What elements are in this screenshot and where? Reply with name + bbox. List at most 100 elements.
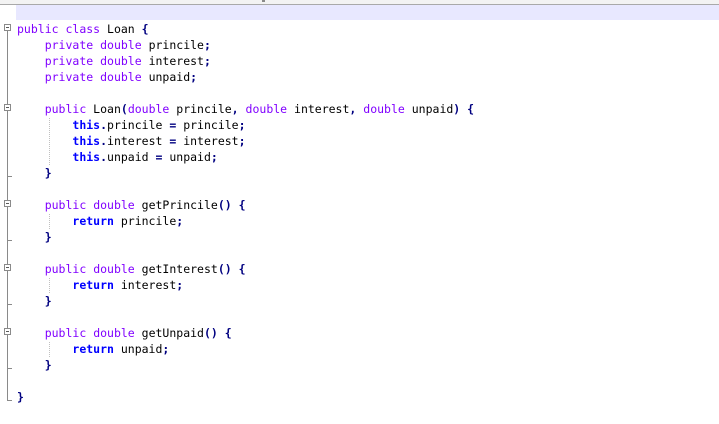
code-token: private [44, 70, 94, 84]
code-token: double [100, 54, 142, 68]
current-line-highlight [16, 5, 719, 20]
code-line: this.unpaid = unpaid; [17, 149, 474, 165]
code-line: public Loan(double princile, double inte… [17, 101, 474, 117]
code-token: public [44, 198, 87, 212]
code-token: unpaid [404, 102, 454, 116]
code-line: private double princile; [17, 37, 474, 53]
code-token: double [100, 70, 142, 84]
code-token: () [217, 198, 232, 212]
code-token: double [127, 102, 170, 116]
code-token: { [238, 262, 246, 276]
code-token: private [44, 54, 94, 68]
code-token: getPrincile [134, 198, 218, 212]
code-token: public [44, 326, 87, 340]
scroll-notch [262, 0, 265, 2]
indent-guide [49, 214, 50, 229]
code-token: . [100, 118, 108, 132]
code-token: unpaid [141, 70, 191, 84]
code-token: interest [107, 134, 170, 148]
code-token: interest [176, 134, 239, 148]
code-line: private double interest; [17, 53, 474, 69]
code-line: public double getUnpaid() { [17, 325, 474, 341]
code-token: this [72, 118, 101, 132]
code-token: } [44, 230, 52, 244]
code-token: ; [203, 38, 211, 52]
fold-end-marker [7, 400, 12, 401]
code-token: getUnpaid [134, 326, 204, 340]
code-token: public [17, 22, 59, 36]
code-token: . [100, 134, 108, 148]
code-line: } [17, 165, 474, 181]
code-token: public [44, 102, 87, 116]
code-line: } [17, 389, 474, 405]
code-token: princile [113, 214, 177, 228]
code-line: } [17, 293, 474, 309]
code-token: class [65, 22, 101, 36]
code-token: double [363, 102, 405, 116]
code-token: ; [238, 118, 246, 132]
code-token: } [44, 166, 52, 180]
code-token: double [100, 38, 142, 52]
code-token: ; [162, 342, 170, 356]
fold-line [7, 31, 8, 401]
code-token: ; [176, 214, 184, 228]
code-token: unpaid [107, 150, 156, 164]
code-line: public double getInterest() { [17, 261, 474, 277]
code-token: } [44, 358, 52, 372]
code-token: . [100, 150, 108, 164]
indent-guide [49, 134, 50, 149]
code-editor[interactable]: public class Loan { private double princ… [0, 0, 719, 424]
code-token: this [72, 134, 101, 148]
code-line: return unpaid; [17, 341, 474, 357]
fold-method-icon[interactable] [4, 328, 11, 335]
code-text-area[interactable]: public class Loan { private double princ… [17, 21, 474, 405]
fold-method-icon[interactable] [4, 200, 11, 207]
code-line: this.princile = princile; [17, 117, 474, 133]
indent-guide [49, 342, 50, 357]
code-token: Loan [86, 102, 121, 116]
code-token: ; [203, 54, 211, 68]
code-token: return [72, 278, 114, 292]
code-token: princile [169, 102, 232, 116]
fold-constructor-icon[interactable] [4, 104, 11, 111]
code-token: , [231, 102, 239, 116]
fold-method-icon[interactable] [4, 264, 11, 271]
fold-end-marker [7, 368, 12, 369]
code-token: { [141, 22, 149, 36]
code-line: return princile; [17, 213, 474, 229]
code-token: this [72, 150, 101, 164]
code-token: () [217, 262, 232, 276]
code-line: } [17, 229, 474, 245]
code-token: () [203, 326, 218, 340]
code-line: public class Loan { [17, 21, 474, 37]
fold-margin [0, 5, 15, 424]
code-token: princile [141, 38, 204, 52]
fold-end-marker [7, 240, 12, 241]
code-token: Loan [100, 22, 142, 36]
code-token: interest [113, 278, 177, 292]
code-token: ( [120, 102, 128, 116]
code-line: private double unpaid; [17, 69, 474, 85]
fold-class-icon[interactable] [4, 24, 11, 31]
code-token: public [44, 262, 87, 276]
code-token: double [93, 326, 135, 340]
